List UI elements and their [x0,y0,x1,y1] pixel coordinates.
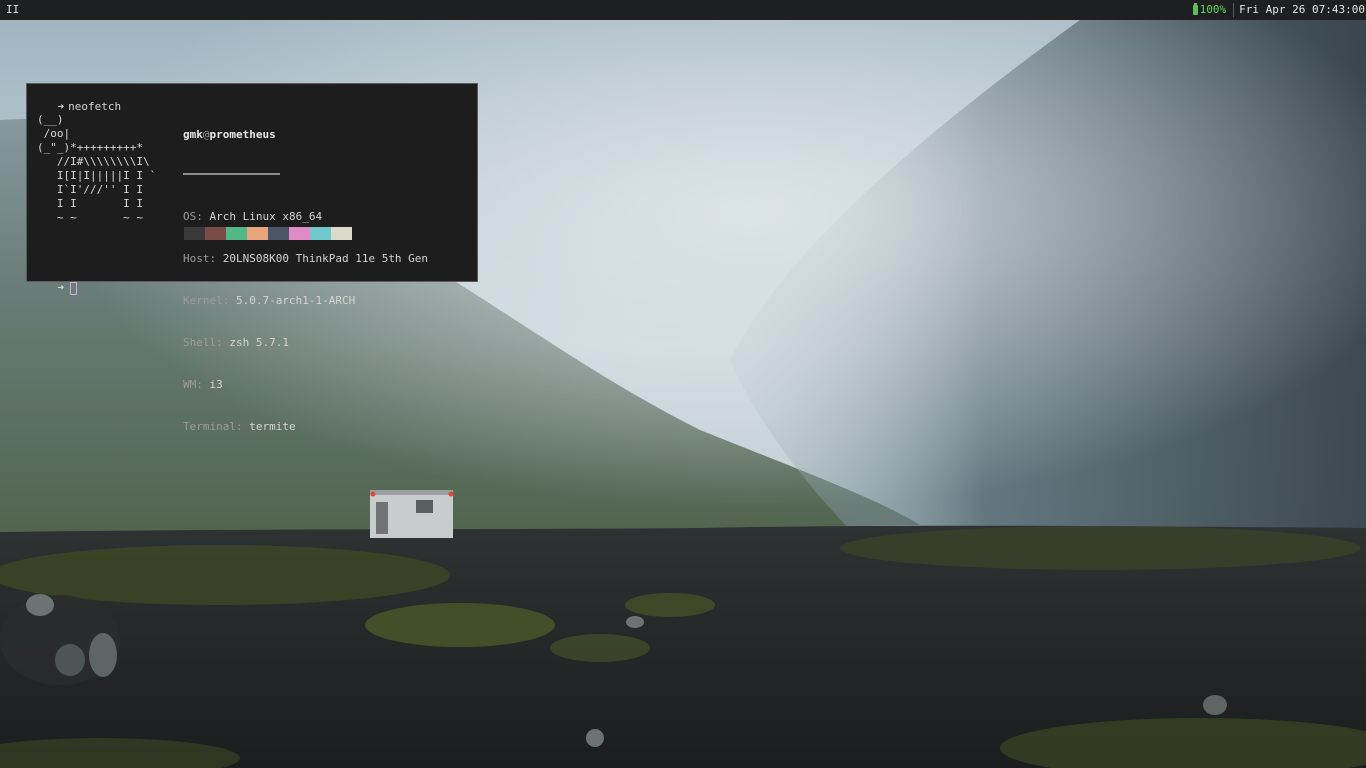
clock: Fri Apr 26 07:43:00 [1239,3,1365,16]
text-cursor[interactable] [70,281,78,295]
info-row: Kernel: 5.0.7-arch1-1-ARCH [183,294,428,308]
logo-line: I`I'///'' I I [37,183,143,196]
palette-swatch [331,227,352,240]
info-value: i3 [209,378,223,391]
palette-swatch [310,227,331,240]
battery-icon [1192,3,1198,15]
palette-swatch [205,227,226,240]
status-area: 100% Fri Apr 26 07:43:00 [1192,0,1366,20]
username: gmk [183,128,203,141]
logo-line: (_"_)*+++++++++* [37,141,143,154]
system-info: gmk@prometheus OS: Arch Linux x86_64 Hos… [183,100,428,462]
info-key: WM: [183,378,203,391]
logo-line: //I#\\\\\\\\I\ [37,155,150,168]
status-bar: II 100% Fri Apr 26 07:43:00 [0,0,1366,20]
info-value: 5.0.7-arch1-1-ARCH [235,294,356,307]
title-underline [183,173,280,175]
info-row: Terminal: termite [183,420,428,434]
status-separator [1233,3,1235,17]
at-sign: @ [202,128,210,141]
hostname: prometheus [209,128,276,141]
prompt-arrow-icon: ➜ [57,281,65,294]
prompt-line[interactable]: ➜ [31,267,78,309]
info-key: Kernel: [183,294,230,307]
color-palette [184,227,352,240]
battery-value: 100% [1199,3,1227,16]
prompt-arrow-icon: ➜ [57,100,65,113]
command-text: neofetch [68,100,122,113]
palette-swatch [289,227,310,240]
logo-line: /oo| [37,127,71,140]
info-value: zsh 5.7.1 [229,336,289,349]
info-row: OS: Arch Linux x86_64 [183,210,428,224]
logo-line: I I I I [37,197,143,210]
palette-swatch [247,227,268,240]
logo-line: ~ ~ ~ ~ [37,211,143,224]
info-value: Arch Linux x86_64 [209,210,323,223]
ascii-logo: (__) /oo| (_"_)*+++++++++* //I#\\\\\\\\I\… [37,113,156,225]
info-key: Terminal: [183,420,243,433]
workspace-button[interactable]: II [0,0,25,20]
info-value: 20LNS08K00 ThinkPad 11e 5th Gen [222,252,429,265]
info-key: Host: [183,252,217,265]
terminal-window[interactable]: ➜ neofetch (__) /oo| (_"_)*+++++++++* //I#… [26,83,478,433]
info-key: OS: [183,210,203,223]
logo-line: I[I|I|||||I I ` [37,169,157,182]
battery-indicator: 100% [1192,0,1232,20]
palette-swatch [226,227,247,240]
info-row: Shell: zsh 5.7.1 [183,336,428,350]
info-row: WM: i3 [183,378,428,392]
info-value: termite [249,420,296,433]
palette-swatch [268,227,289,240]
info-row: Host: 20LNS08K00 ThinkPad 11e 5th Gen [183,252,428,266]
palette-swatch [184,227,205,240]
logo-line: (__) [37,113,64,126]
info-key: Shell: [183,336,223,349]
user-host: gmk@prometheus [183,128,428,142]
